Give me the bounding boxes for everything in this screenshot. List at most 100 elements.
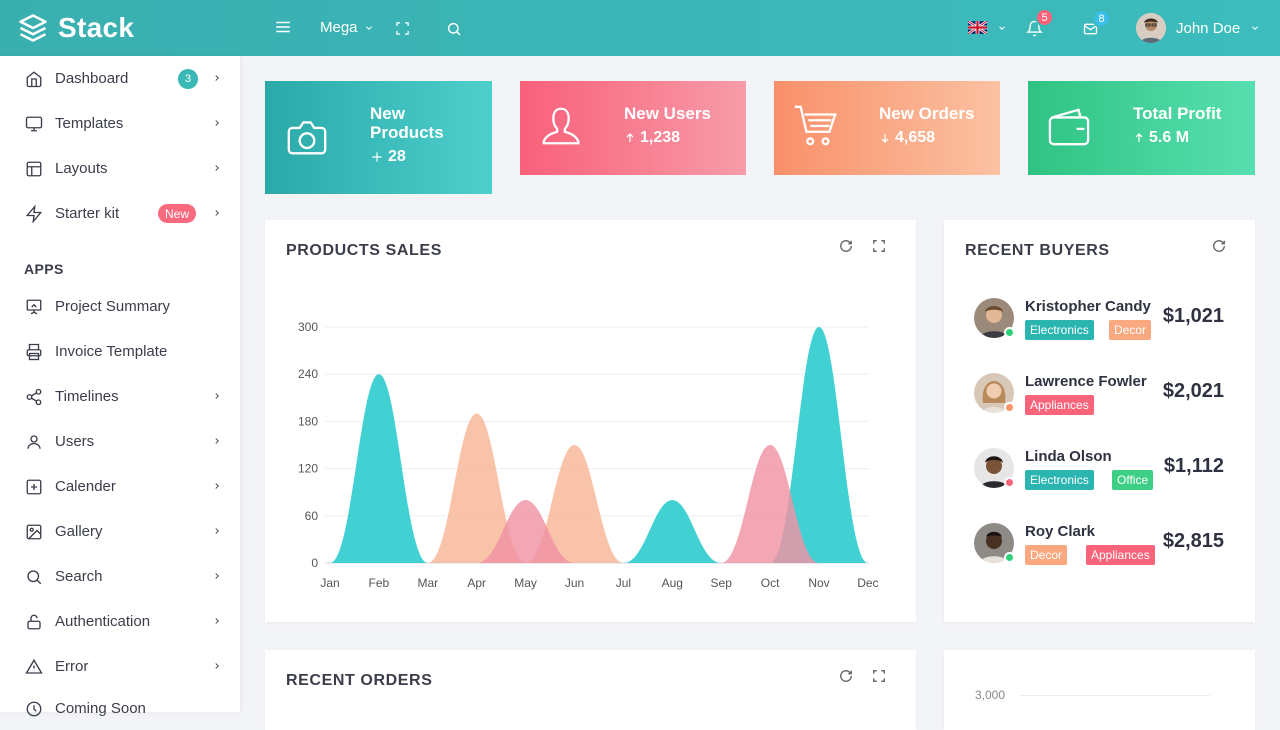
- x-axis-tick-label: Jul: [616, 576, 631, 590]
- y-axis-tick-label: 240: [298, 367, 318, 381]
- buyer-row[interactable]: Roy Clark Decor Appliances $2,815: [974, 523, 1224, 573]
- search-icon: [447, 22, 461, 36]
- x-axis-tick-label: Nov: [808, 576, 829, 590]
- plus-square-icon: [26, 479, 42, 495]
- user-menu-dropdown[interactable]: John Doe: [1136, 13, 1260, 43]
- buyer-name: Lawrence Fowler: [1025, 373, 1147, 390]
- x-axis-tick-label: Jun: [565, 576, 584, 590]
- category-tag: Appliances: [1086, 545, 1155, 565]
- notifications-badge: 5: [1035, 8, 1054, 27]
- search-button[interactable]: [446, 21, 462, 37]
- hamburger-icon: [276, 21, 290, 33]
- category-tag: Electronics: [1025, 320, 1094, 340]
- chevron-right-icon: [215, 438, 219, 444]
- wallet-icon: [1048, 108, 1090, 146]
- brand-logo[interactable]: Stack: [18, 10, 134, 46]
- monitor-icon: [25, 116, 43, 132]
- unlock-icon: [27, 614, 41, 630]
- x-axis-tick-label: Jan: [320, 576, 339, 590]
- stat-value-row: 28: [370, 148, 406, 166]
- arrow-down-icon: [881, 134, 889, 143]
- stat-title: New Products: [370, 104, 444, 142]
- y-axis-tick-label: 120: [298, 462, 318, 476]
- buyer-row[interactable]: Linda Olson Electronics Office $1,112: [974, 448, 1224, 498]
- sidebar-item-gallery[interactable]: Gallery: [0, 511, 240, 551]
- sidebar-item-label: Invoice Template: [55, 342, 168, 360]
- busy-status-dot: [1004, 477, 1015, 488]
- alert-triangle-icon: [25, 658, 43, 674]
- fullscreen-button[interactable]: [395, 21, 410, 36]
- buyer-row[interactable]: Lawrence Fowler Appliances $2,021: [974, 373, 1224, 423]
- mega-menu-dropdown[interactable]: Mega: [320, 19, 374, 36]
- image-icon: [26, 524, 42, 540]
- x-axis-tick-label: Aug: [662, 576, 683, 590]
- buyer-amount: $2,815: [1162, 530, 1224, 552]
- arrow-up-icon: [1135, 133, 1143, 142]
- sidebar-item-project-summary[interactable]: Project Summary: [0, 286, 240, 326]
- stat-card-total-profit[interactable]: Total Profit 5.6 M: [1028, 81, 1255, 175]
- stat-card-new-orders[interactable]: New Orders 4,658: [774, 81, 1000, 175]
- refresh-icon[interactable]: [1212, 239, 1226, 253]
- sidebar-item-label: Dashboard: [55, 69, 129, 87]
- buyer-row[interactable]: Kristopher Candy Electronics Decor $1,02…: [974, 298, 1224, 348]
- messages-badge: 8: [1092, 9, 1111, 28]
- sidebar-item-users[interactable]: Users: [0, 421, 240, 461]
- x-axis-tick-label: Feb: [369, 576, 390, 590]
- sidebar-item-label: Gallery: [55, 522, 103, 540]
- online-status-dot: [1004, 327, 1015, 338]
- zap-icon: [25, 205, 43, 223]
- sidebar-item-coming-soon[interactable]: Coming Soon: [0, 688, 240, 728]
- expand-icon[interactable]: [872, 669, 886, 683]
- notifications-button[interactable]: 5: [1026, 8, 1054, 37]
- sidebar-item-layouts[interactable]: Layouts: [0, 148, 240, 188]
- user-name: John Doe: [1176, 19, 1241, 37]
- stat-value: 28: [388, 148, 406, 165]
- camera-icon: [287, 121, 327, 155]
- refresh-icon[interactable]: [839, 669, 853, 683]
- stat-title: New Users: [624, 104, 711, 123]
- home-icon: [26, 71, 42, 88]
- sidebar-item-search[interactable]: Search: [0, 556, 240, 596]
- stat-card-new-products[interactable]: New Products 28: [265, 81, 492, 194]
- sidebar-item-label: Authentication: [55, 612, 151, 630]
- sidebar-item-label: Templates: [55, 114, 124, 132]
- sidebar-item-calender[interactable]: Calender: [0, 466, 240, 506]
- stat-card-new-users[interactable]: New Users 1,238: [520, 81, 746, 175]
- stat-value: 5.6 M: [1149, 129, 1190, 146]
- sidebar-item-templates[interactable]: Templates: [0, 103, 240, 143]
- y-axis-tick-label: 300: [298, 320, 318, 334]
- presentation-icon: [26, 299, 42, 315]
- buyer-name: Linda Olson: [1025, 448, 1112, 465]
- count-badge: 3: [178, 69, 198, 89]
- gridline: [1020, 695, 1210, 696]
- menu-toggle-button[interactable]: [274, 18, 292, 36]
- chevron-right-icon: [215, 573, 219, 579]
- share-icon: [26, 388, 42, 406]
- sidebar-item-starter-kit[interactable]: Starter kit New: [0, 193, 240, 233]
- chevron-right-icon: [215, 483, 219, 489]
- sidebar-item-timelines[interactable]: Timelines: [0, 376, 240, 416]
- sidebar-item-label: Error: [55, 657, 89, 675]
- mega-menu-label: Mega: [320, 19, 358, 36]
- card-title: RECENT ORDERS: [286, 672, 433, 689]
- language-dropdown[interactable]: [968, 21, 1007, 34]
- x-axis-tick-label: Sep: [711, 576, 733, 590]
- sidebar: Dashboard 3 Templates Layouts Starter ki…: [0, 56, 240, 717]
- category-tag: Decor: [1025, 545, 1068, 565]
- sidebar-item-authentication[interactable]: Authentication: [0, 601, 240, 641]
- maximize-icon: [396, 22, 409, 35]
- products-sales-chart: 0 60 120 180 240 300 Jan Feb Mar Apr May Jun Jul Aug S…: [298, 320, 879, 590]
- y-axis-tick-label: 180: [298, 414, 318, 428]
- sidebar-item-label: Coming Soon: [55, 699, 146, 717]
- y-axis-tick-label: 3,000: [975, 688, 1006, 702]
- printer-icon: [26, 343, 42, 361]
- chevron-right-icon: [215, 663, 219, 669]
- sidebar-item-label: Starter kit: [55, 204, 120, 222]
- sidebar-item-error[interactable]: Error: [0, 646, 240, 686]
- y-axis-tick-label: 60: [305, 509, 319, 523]
- sidebar-item-invoice-template[interactable]: Invoice Template: [0, 331, 240, 371]
- messages-button[interactable]: 8: [1082, 9, 1111, 37]
- sidebar-item-dashboard[interactable]: Dashboard 3: [0, 58, 240, 98]
- brand-name: Stack: [58, 12, 135, 43]
- chevron-right-icon: [215, 393, 219, 399]
